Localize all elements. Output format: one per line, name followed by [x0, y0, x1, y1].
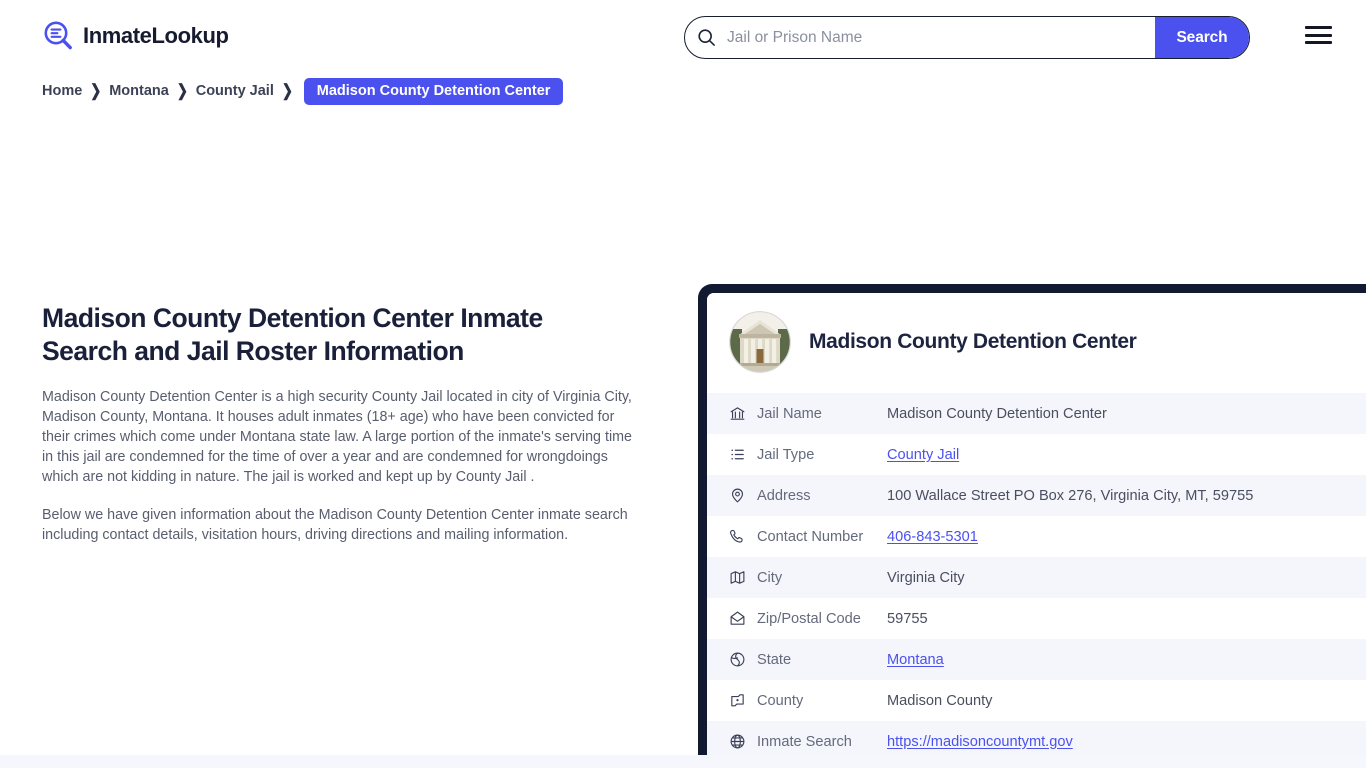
page-title: Madison County Detention Center Inmate S…	[42, 302, 622, 368]
row-value[interactable]: Montana	[887, 652, 1366, 668]
row-value: Madison County Detention Center	[887, 406, 1366, 422]
globe-meridian-icon	[729, 651, 757, 668]
row-label: State	[757, 652, 887, 668]
jail-info-card: Madison County Detention Center Jail Nam…	[698, 284, 1366, 768]
breadcrumb-separator-icon: ❯	[89, 81, 102, 101]
map-marker-icon	[729, 692, 757, 709]
hamburger-bar	[1305, 26, 1332, 29]
jail-info-card-inner: Madison County Detention Center Jail Nam…	[707, 293, 1366, 762]
breadcrumb-item-home[interactable]: Home	[42, 83, 82, 99]
row-value[interactable]: 406-843-5301	[887, 529, 1366, 545]
list-icon	[729, 446, 757, 463]
search-button[interactable]: Search	[1155, 17, 1249, 58]
jail-card-title: Madison County Detention Center	[809, 330, 1137, 354]
breadcrumb-item-montana[interactable]: Montana	[109, 83, 169, 99]
row-value[interactable]: https://madisoncountymt.gov	[887, 734, 1366, 750]
brand-name: InmateLookup	[83, 23, 229, 49]
phone-icon	[729, 528, 757, 545]
search-icon	[685, 17, 721, 58]
table-row: Address100 Wallace Street PO Box 276, Vi…	[707, 475, 1366, 516]
row-value-link[interactable]: 406-843-5301	[887, 529, 978, 545]
row-value: 59755	[887, 611, 1366, 627]
breadcrumb-item-county-jail[interactable]: County Jail	[196, 83, 274, 99]
map-icon	[729, 569, 757, 586]
search-input[interactable]	[721, 17, 1155, 58]
location-pin-icon	[729, 487, 757, 504]
magnifier-list-icon	[42, 20, 74, 52]
row-value: 100 Wallace Street PO Box 276, Virginia …	[887, 488, 1366, 504]
globe-icon	[729, 733, 757, 750]
site-header: InmateLookup Search	[0, 0, 1366, 72]
row-label: City	[757, 570, 887, 586]
row-label: Jail Name	[757, 406, 887, 422]
table-row: CountyMadison County	[707, 680, 1366, 721]
row-value: Virginia City	[887, 570, 1366, 586]
article-column: Madison County Detention Center Inmate S…	[42, 302, 642, 545]
breadcrumb: Home ❯ Montana ❯ County Jail ❯ Madison County …	[0, 74, 1366, 108]
intro-paragraph: Madison County Detention Center is a hig…	[42, 387, 634, 487]
page-bottom-strip	[0, 755, 1366, 768]
courthouse-building-photo	[729, 311, 791, 373]
breadcrumb-separator-icon: ❯	[176, 81, 189, 101]
table-row: CityVirginia City	[707, 557, 1366, 598]
bank-building-icon	[729, 405, 757, 422]
table-row: Jail TypeCounty Jail	[707, 434, 1366, 475]
main-content: Madison County Detention Center Inmate S…	[0, 108, 1366, 768]
row-label: Address	[757, 488, 887, 504]
hamburger-bar	[1305, 34, 1332, 37]
row-label: Inmate Search	[757, 734, 887, 750]
table-row: StateMontana	[707, 639, 1366, 680]
table-row: Zip/Postal Code59755	[707, 598, 1366, 639]
envelope-icon	[729, 610, 757, 627]
jail-card-header: Madison County Detention Center	[707, 293, 1366, 393]
table-row: Jail NameMadison County Detention Center	[707, 393, 1366, 434]
hamburger-bar	[1305, 41, 1332, 44]
brand-logo-link[interactable]: InmateLookup	[42, 20, 229, 52]
secondary-paragraph: Below we have given information about th…	[42, 505, 634, 545]
breadcrumb-separator-icon: ❯	[281, 81, 294, 101]
row-value-link[interactable]: https://madisoncountymt.gov	[887, 734, 1073, 750]
jail-detail-table: Jail NameMadison County Detention Center…	[707, 393, 1366, 762]
row-label: Contact Number	[757, 529, 887, 545]
search-bar[interactable]: Search	[684, 16, 1250, 59]
hamburger-menu-icon[interactable]	[1305, 24, 1332, 46]
row-label: Zip/Postal Code	[757, 611, 887, 627]
row-value[interactable]: County Jail	[887, 447, 1366, 463]
breadcrumb-current: Madison County Detention Center	[304, 78, 564, 105]
row-value-link[interactable]: Montana	[887, 652, 944, 668]
table-row: Contact Number406-843-5301	[707, 516, 1366, 557]
row-label: Jail Type	[757, 447, 887, 463]
row-value-link[interactable]: County Jail	[887, 447, 959, 463]
row-value: Madison County	[887, 693, 1366, 709]
row-label: County	[757, 693, 887, 709]
